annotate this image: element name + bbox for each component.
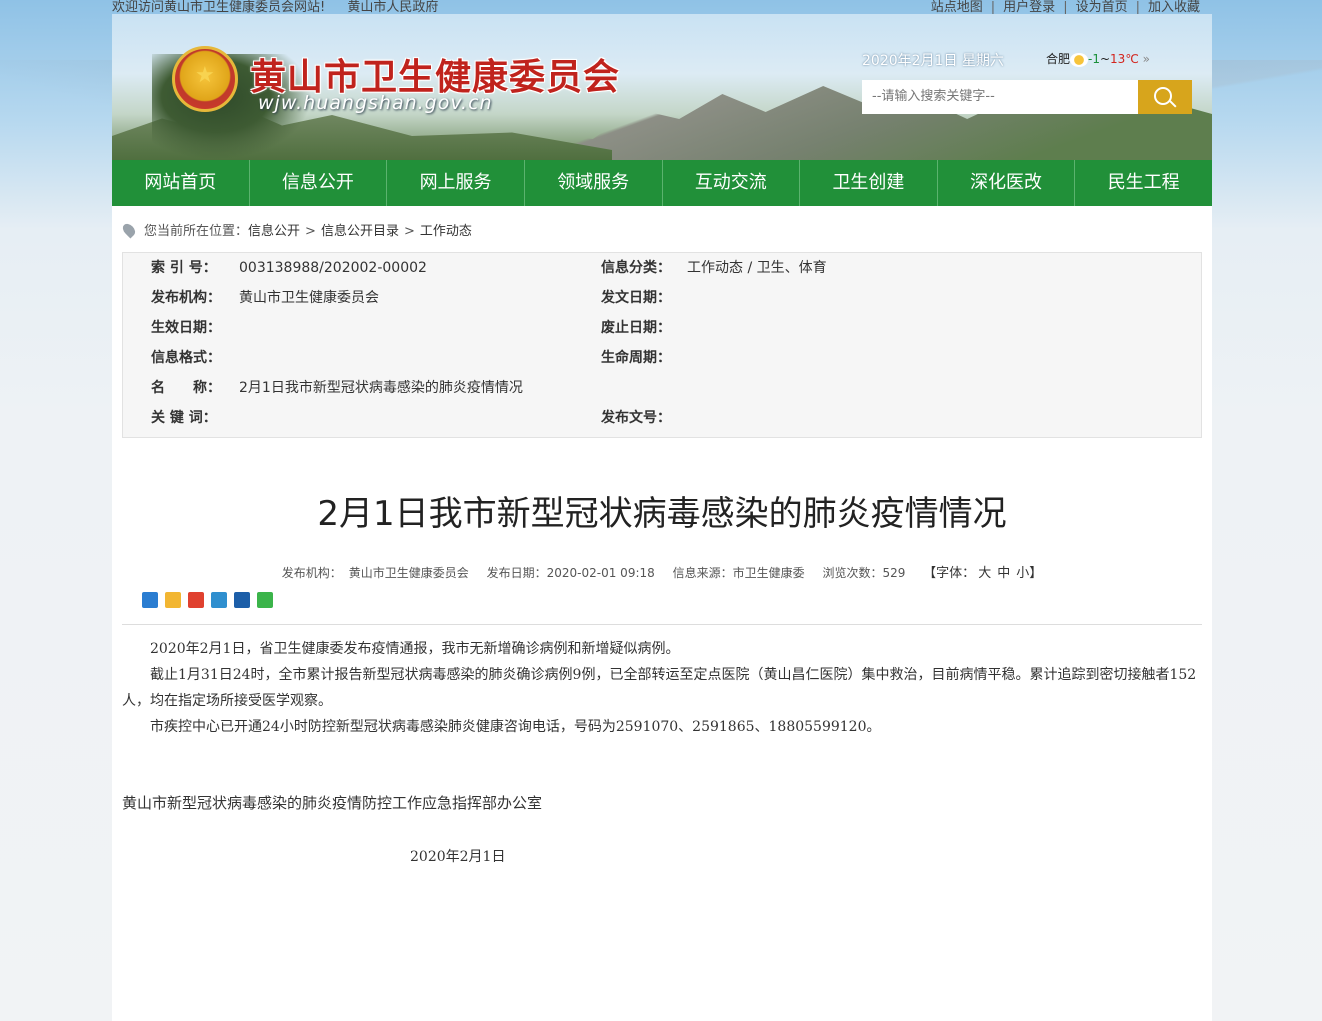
weather-city: 合肥: [1046, 52, 1071, 66]
partly-cloudy-icon: [1070, 52, 1089, 67]
sitemap-link[interactable]: 站点地图: [931, 0, 983, 15]
content-divider: [122, 624, 1202, 625]
article-title: 2月1日我市新型冠状病毒感染的肺炎疫情情况: [317, 494, 1007, 534]
welcome-text: 欢迎访问黄山市卫生健康委员会网站!: [112, 0, 326, 15]
site-domain: wjw.huangshan.gov.cn: [258, 92, 493, 114]
breadcrumb-item-work[interactable]: 工作动态: [420, 224, 472, 239]
nav-home[interactable]: 网站首页: [112, 160, 250, 206]
article-paragraph: 市疾控中心已开通24小时防控新型冠状病毒感染肺炎健康咨询电话，号码为259107…: [150, 719, 881, 735]
search-button[interactable]: [1138, 80, 1192, 114]
meta-publisher-label: 发布机构：: [281, 566, 342, 580]
weather-low: -1: [1088, 52, 1100, 66]
weather-widget[interactable]: 合肥 -1~13℃ »: [1046, 50, 1150, 67]
add-favorite-link[interactable]: 加入收藏: [1148, 0, 1200, 15]
format-label: 信息格式：: [151, 350, 221, 366]
name-value: 2月1日我市新型冠状病毒感染的肺炎疫情情况: [239, 380, 523, 396]
breadcrumb: 您当前所在位置：信息公开 > 信息公开目录 > 工作动态: [120, 220, 472, 239]
share-tencent-icon[interactable]: [211, 592, 227, 608]
nav-online-services[interactable]: 网上服务: [387, 160, 525, 206]
name-label: 名 称：: [151, 380, 221, 396]
share-more-icon[interactable]: [142, 592, 158, 608]
location-pin-icon: [120, 221, 138, 239]
breadcrumb-item-catalog[interactable]: 信息公开目录: [321, 224, 399, 239]
share-weibo-icon[interactable]: [188, 592, 204, 608]
lifecycle-label: 生命周期：: [601, 350, 671, 366]
category-label: 信息分类：: [601, 260, 671, 276]
keywords-label: 关 键 词：: [151, 410, 217, 426]
nav-health-creation[interactable]: 卫生创建: [800, 160, 938, 206]
nav-info-disclosure[interactable]: 信息公开: [250, 160, 388, 206]
category-value: 工作动态 / 卫生、体育: [687, 260, 827, 276]
font-size-small-button[interactable]: 小】: [1016, 566, 1042, 581]
national-emblem-icon: ★: [172, 46, 238, 112]
font-size-controls: 【字体：大中小】: [923, 566, 1042, 581]
doc-number-label: 发布文号：: [601, 410, 671, 426]
font-size-large-button[interactable]: 大: [978, 566, 991, 581]
article-signoff: 黄山市新型冠状病毒感染的肺炎疫情防控工作应急指挥部办公室: [122, 794, 543, 812]
meta-publisher: 黄山市卫生健康委员会: [348, 566, 469, 580]
article-paragraph: 2020年2月1日，省卫生健康委发布疫情通报，我市无新增确诊病例和新增疑似病例。: [150, 641, 680, 657]
search-input[interactable]: --请输入搜索关键字--: [862, 80, 1138, 114]
share-toolbar: [142, 592, 273, 608]
login-link[interactable]: 用户登录: [1003, 0, 1055, 15]
nav-livelihood[interactable]: 民生工程: [1075, 160, 1212, 206]
share-qzone-icon[interactable]: [165, 592, 181, 608]
publisher-label: 发布机构：: [151, 290, 221, 306]
effective-date-label: 生效日期：: [151, 320, 221, 336]
weather-more-icon[interactable]: »: [1143, 52, 1150, 66]
article-body: 2020年2月1日，省卫生健康委发布疫情通报，我市无新增确诊病例和新增疑似病例。…: [122, 636, 1197, 740]
breadcrumb-item-info[interactable]: 信息公开: [248, 224, 300, 239]
meta-source: 信息来源：市卫生健康委: [672, 566, 805, 580]
repeal-date-label: 废止日期：: [601, 320, 671, 336]
gov-link[interactable]: 黄山市人民政府: [347, 0, 438, 15]
font-size-prefix: 【字体：: [923, 566, 976, 581]
meta-date: 发布日期：2020-02-01 09:18: [486, 566, 655, 580]
top-bar: 欢迎访问黄山市卫生健康委员会网站! 黄山市人民政府 站点地图 | 用户登录 | 设为首页…: [112, 0, 1200, 15]
article-signdate: 2020年2月1日: [410, 849, 506, 865]
main-content: 您当前所在位置：信息公开 > 信息公开目录 > 工作动态 索 引 号： 003138988…: [112, 206, 1212, 1021]
meta-views: 浏览次数：529: [822, 566, 906, 580]
current-date: 2020年2月1日 星期六: [862, 53, 1004, 69]
share-wechat-icon[interactable]: [257, 592, 273, 608]
set-homepage-link[interactable]: 设为首页: [1076, 0, 1128, 15]
index-value: 003138988/202002-00002: [239, 260, 427, 276]
index-label: 索 引 号：: [151, 260, 217, 276]
nav-domain-services[interactable]: 领域服务: [525, 160, 663, 206]
info-metadata-box: 索 引 号： 003138988/202002-00002 信息分类： 工作动态 /…: [122, 252, 1202, 438]
nav-interaction[interactable]: 互动交流: [663, 160, 801, 206]
nav-medical-reform[interactable]: 深化医改: [938, 160, 1076, 206]
weather-high: 13℃: [1110, 52, 1139, 66]
weather-range-sep: ~: [1099, 52, 1111, 66]
article-meta: 发布机构： 黄山市卫生健康委员会 发布日期：2020-02-01 09:18 信息…: [112, 562, 1212, 581]
site-header: ★ 黄山市卫生健康委员会 wjw.huangshan.gov.cn 2020年2…: [112, 14, 1212, 160]
breadcrumb-prefix: 您当前所在位置：: [144, 224, 249, 239]
publisher-value: 黄山市卫生健康委员会: [239, 290, 379, 306]
main-nav: 网站首页 信息公开 网上服务 领域服务 互动交流 卫生创建 深化医改 民生工程: [112, 160, 1212, 206]
font-size-medium-button[interactable]: 中: [997, 566, 1010, 581]
share-renren-icon[interactable]: [234, 592, 250, 608]
issue-date-label: 发文日期：: [601, 290, 671, 306]
article-paragraph: 截止1月31日24时，全市累计报告新型冠状病毒感染的肺炎确诊病例9例，已全部转运…: [122, 667, 1197, 709]
